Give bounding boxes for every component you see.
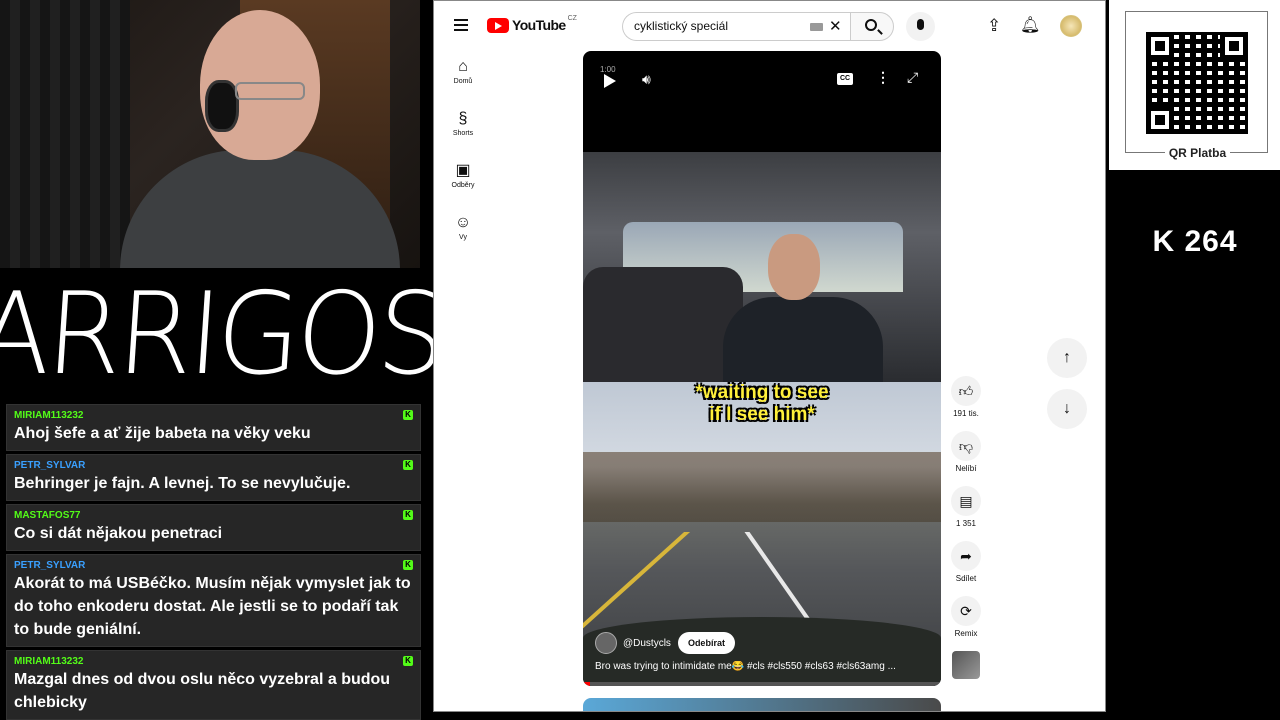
kick-badge-icon: K <box>403 510 413 520</box>
chat-text: Ahoj šefe a ať žije babeta na věky veku <box>14 425 311 442</box>
dislike-action[interactable]: 👎︎ Nelíbí <box>944 431 988 486</box>
like-action[interactable]: 👍︎ 191 tis. <box>944 376 988 431</box>
share-icon[interactable]: ➦ <box>951 541 981 571</box>
chat-message: MASTAFOS77 K Co si dát nějakou penetraci <box>6 504 421 551</box>
channel-name[interactable]: @Dustycls <box>623 638 671 649</box>
share-action[interactable]: ➦ Sdílet <box>944 541 988 596</box>
channel-avatar[interactable] <box>595 632 617 654</box>
voice-search-button[interactable] <box>906 12 935 41</box>
search-query: cyklistický speciál <box>634 19 729 33</box>
subscribe-button[interactable]: Odebírat <box>677 632 735 654</box>
sound-thumbnail[interactable] <box>944 651 988 706</box>
kick-counter: K 264 <box>1152 225 1238 258</box>
video-progress-bar[interactable] <box>583 682 941 686</box>
comments-action[interactable]: ▤ 1 351 <box>944 486 988 541</box>
qr-payment-panel: QR Platba <box>1109 0 1280 170</box>
kick-badge-icon: K <box>403 656 413 666</box>
previous-short-button[interactable]: ↑ <box>1047 338 1087 378</box>
youtube-play-icon <box>487 17 509 33</box>
captions-button[interactable]: CC <box>837 73 853 85</box>
arrow-down-icon: ↓ <box>1063 400 1071 417</box>
kick-badge-icon: K <box>403 410 413 420</box>
chat-text: Behringer je fajn. A levnej. To se nevyl… <box>14 475 351 492</box>
qr-code <box>1146 32 1248 134</box>
menu-icon[interactable] <box>454 19 468 31</box>
search-input[interactable]: cyklistický speciál ✕ <box>622 12 850 41</box>
like-icon[interactable]: 👍︎ <box>951 376 981 406</box>
remix-icon[interactable]: ⟳ <box>951 596 981 626</box>
chat-username: PETR_SYLVAR <box>14 560 86 571</box>
webcam-feed <box>0 0 420 268</box>
nav-item-subscriptions[interactable]: ▣ Odběry <box>434 160 492 212</box>
notifications-icon[interactable]: 🔔︎ <box>1020 15 1040 35</box>
microphone-icon <box>917 19 924 30</box>
you-icon: ☺ <box>454 214 472 231</box>
video-title[interactable]: Bro was trying to intimidate me😂 #cls #c… <box>595 661 915 672</box>
keyboard-icon[interactable] <box>810 23 823 31</box>
dislike-icon[interactable]: 👎︎ <box>951 431 981 461</box>
search-icon <box>865 19 877 31</box>
chat-feed: MIRIAM113232 K Ahoj šefe a ať žije babet… <box>6 404 421 720</box>
chat-message: PETR_SYLVAR K Akorát to má USBéčko. Musí… <box>6 554 421 647</box>
channel-row: @Dustycls Odebírat <box>595 632 735 654</box>
nav-item-shorts[interactable]: § Shorts <box>434 108 492 160</box>
chat-text: Mazgal dnes od dvou oslu něco vyzebral a… <box>14 671 391 711</box>
remix-action[interactable]: ⟳ Remix <box>944 596 988 651</box>
clear-icon[interactable]: ✕ <box>829 19 842 34</box>
chat-username: MASTAFOS77 <box>14 510 81 521</box>
chat-message: PETR_SYLVAR K Behringer je fajn. A levne… <box>6 454 421 501</box>
home-icon: ⌂ <box>458 58 468 75</box>
chat-username: MIRIAM113232 <box>14 656 84 667</box>
chat-username: MIRIAM113232 <box>14 410 84 421</box>
kick-badge-icon: K <box>403 560 413 570</box>
account-avatar[interactable] <box>1060 15 1082 37</box>
upload-icon[interactable]: ⇪ <box>987 16 1001 36</box>
search-button[interactable] <box>850 12 894 41</box>
action-bar: 👍︎ 191 tis. 👎︎ Nelíbí ▤ 1 351 ➦ Sdílet ⟳… <box>944 376 988 706</box>
video-caption: *waiting to see if I see him* <box>695 382 829 425</box>
next-short-preview <box>583 698 941 711</box>
channel-logo: ARRIGOS <box>0 268 447 400</box>
kick-badge-icon: K <box>403 460 413 470</box>
stream-layout: ARRIGOS MIRIAM113232 K Ahoj šefe a ať ži… <box>0 0 1280 720</box>
comment-icon[interactable]: ▤ <box>951 486 981 516</box>
shorts-icon: § <box>458 110 468 127</box>
chat-message: MIRIAM113232 K Mazgal dnes od dvou oslu … <box>6 650 421 720</box>
youtube-window: YouTube CZ cyklistický speciál ✕ ⇪ 🔔︎ ⌂ … <box>433 0 1106 712</box>
chat-text: Akorát to má USBéčko. Musím nějak vymysl… <box>14 575 411 638</box>
subscriptions-icon: ▣ <box>455 162 471 179</box>
more-icon[interactable]: ⋮ <box>876 69 890 86</box>
fullscreen-icon[interactable]: ⤢ <box>907 69 918 86</box>
arrow-up-icon: ↑ <box>1063 349 1071 366</box>
sound-thumbnail-image[interactable] <box>952 651 980 679</box>
video-time: 1:00 <box>600 65 616 74</box>
qr-label: QR Platba <box>1164 146 1231 160</box>
headphones <box>205 80 239 132</box>
nav-item-home[interactable]: ⌂ Domů <box>434 56 492 108</box>
youtube-header: YouTube CZ cyklistický speciál ✕ ⇪ 🔔︎ <box>434 1 1105 51</box>
shorts-player[interactable]: 1:00 🔊︎ CC ⋮ ⤢ *waiting to see if I see … <box>583 51 941 686</box>
shorts-navigation: ↑ ↓ <box>1047 338 1087 440</box>
chat-message: MIRIAM113232 K Ahoj šefe a ať žije babet… <box>6 404 421 451</box>
chat-text: Co si dát nějakou penetraci <box>14 525 223 542</box>
nav-item-you[interactable]: ☺ Vy <box>434 212 492 264</box>
side-navigation: ⌂ Domů § Shorts ▣ Odběry ☺ Vy <box>434 56 492 264</box>
chat-username: PETR_SYLVAR <box>14 460 86 471</box>
youtube-logo[interactable]: YouTube CZ <box>487 15 577 33</box>
video-frame-interior <box>583 152 941 387</box>
volume-icon[interactable]: 🔊︎ <box>642 71 651 88</box>
play-icon[interactable] <box>604 74 616 88</box>
next-short-button[interactable]: ↓ <box>1047 389 1087 429</box>
